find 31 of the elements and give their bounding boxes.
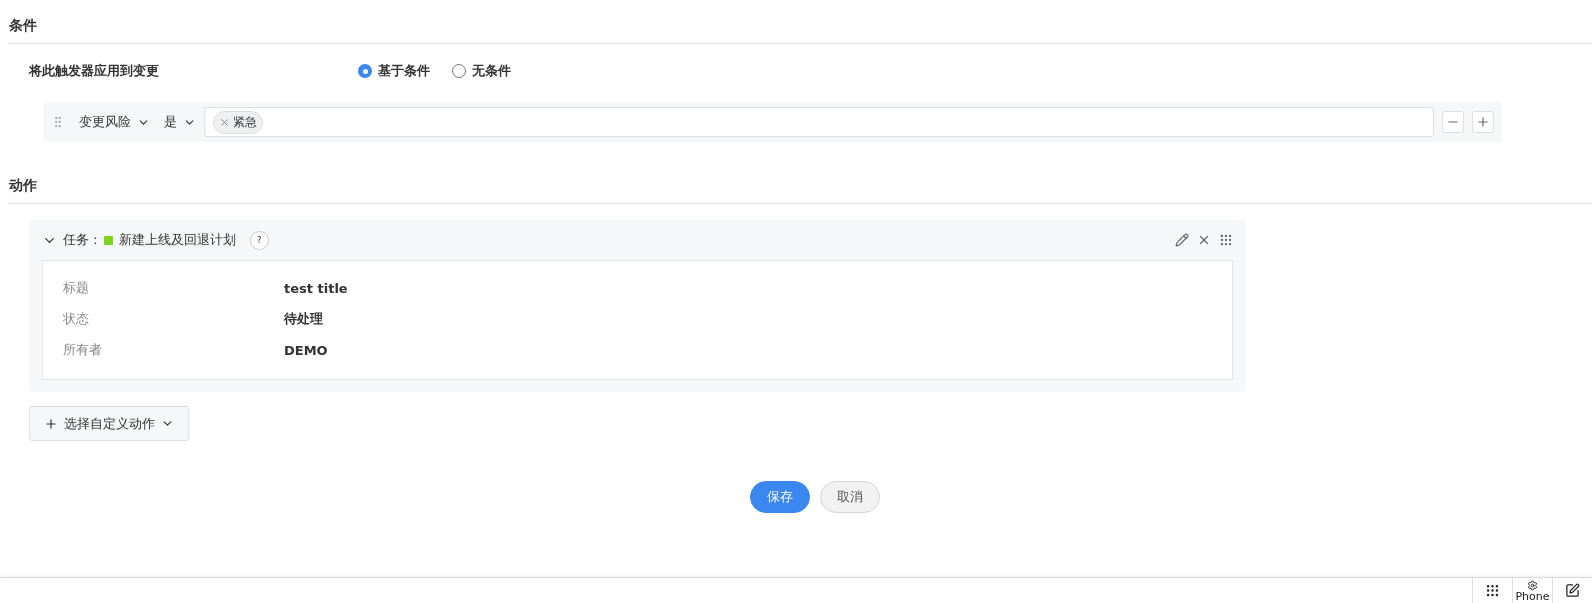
radio-option[interactable]: 无条件 (452, 62, 511, 80)
value-field[interactable]: 紧急 (204, 107, 1434, 137)
plus-icon (44, 416, 58, 431)
field-label: 将此触发器应用到变更 (29, 62, 160, 80)
action-name: 新建上线及回退计划 (118, 231, 236, 249)
phone-button[interactable]: Phone (1512, 578, 1552, 603)
section-title: 条件 (8, 0, 1592, 44)
gear-icon (1527, 579, 1538, 591)
drag-handle-icon[interactable] (1219, 233, 1233, 247)
close-icon[interactable] (1197, 233, 1211, 247)
dialpad-icon (1485, 583, 1500, 598)
custom-action-dropdown[interactable]: 选择自定义动作 (29, 406, 189, 441)
cancel-button[interactable]: 取消 (820, 481, 880, 513)
plus-icon (1476, 115, 1490, 129)
save-button[interactable]: 保存 (750, 481, 810, 513)
operator-dropdown[interactable]: 是 (164, 113, 196, 131)
section-title: 动作 (8, 142, 1592, 204)
field-label: 所有者 (63, 341, 103, 359)
action-type: 任务 : (63, 231, 98, 249)
field-dropdown[interactable]: 变更风险 (79, 113, 150, 131)
field-value: DEMO (284, 342, 328, 358)
remove-tag-icon[interactable] (219, 116, 230, 128)
help-button[interactable]: ? (249, 230, 269, 250)
field-value: test title (284, 280, 348, 296)
value-tag: 紧急 (213, 110, 263, 134)
radio-option[interactable]: 基于条件 (358, 62, 430, 80)
field-label: 状态 (63, 310, 90, 328)
edit-icon[interactable] (1175, 233, 1189, 247)
edit-icon (1565, 583, 1580, 598)
field-value: 待处理 (284, 310, 323, 328)
field-label: 标题 (63, 279, 90, 297)
